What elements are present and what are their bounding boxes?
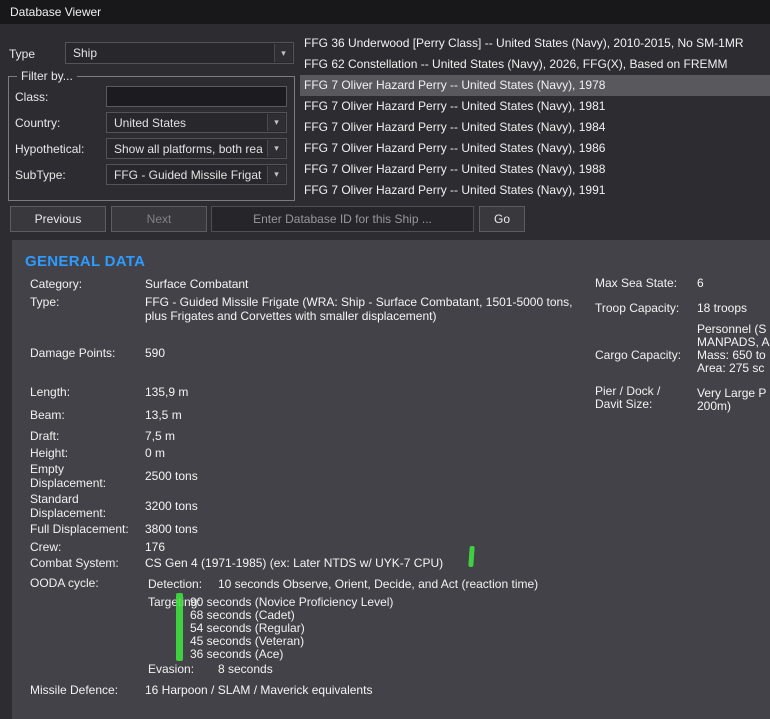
field-label: Empty Displacement: bbox=[30, 462, 107, 490]
field-value: Very Large P 200m) bbox=[697, 386, 767, 413]
country-dropdown-value: United States bbox=[114, 115, 187, 130]
title-bar: Database Viewer bbox=[0, 0, 770, 24]
filter-group-title: Filter by... bbox=[17, 69, 77, 83]
next-button[interactable]: Next bbox=[111, 206, 207, 232]
ooda-targeting-level: 36 seconds (Ace) bbox=[190, 647, 284, 661]
field-label: Height: bbox=[30, 446, 69, 460]
subtype-dropdown[interactable]: FFG - Guided Missile Frigat ▾ bbox=[106, 164, 287, 185]
field-value: 3800 tons bbox=[145, 522, 198, 536]
field-label: Full Displacement: bbox=[30, 522, 129, 536]
country-dropdown[interactable]: United States ▾ bbox=[106, 112, 287, 133]
ooda-detection-label: Detection: bbox=[148, 577, 203, 591]
field-label: Troop Capacity: bbox=[595, 301, 680, 315]
filter-group: Filter by... Class: Country: United Stat… bbox=[8, 69, 295, 201]
field-value: 0 m bbox=[145, 446, 166, 460]
type-label: Type bbox=[9, 47, 36, 61]
general-data-heading: GENERAL DATA bbox=[25, 253, 146, 270]
ship-list-item[interactable]: FFG 7 Oliver Hazard Perry -- United Stat… bbox=[300, 180, 770, 201]
field-value: 6 bbox=[697, 276, 704, 290]
ship-list-item[interactable]: FFG 7 Oliver Hazard Perry -- United Stat… bbox=[300, 159, 770, 180]
field-value: 135,9 m bbox=[145, 385, 189, 399]
field-value: 3200 tons bbox=[145, 499, 198, 513]
ooda-targeting-level: 68 seconds (Cadet) bbox=[190, 608, 295, 622]
field-value: 7,5 m bbox=[145, 429, 176, 443]
field-value: 176 bbox=[145, 540, 166, 554]
field-value: CS Gen 4 (1971-1985) (ex: Later NTDS w/ … bbox=[145, 556, 444, 570]
field-value: 13,5 m bbox=[145, 408, 182, 422]
window-title: Database Viewer bbox=[10, 5, 102, 19]
country-label: Country: bbox=[15, 116, 61, 130]
ship-list-item[interactable]: FFG 7 Oliver Hazard Perry -- United Stat… bbox=[300, 96, 770, 117]
field-label: Length: bbox=[30, 385, 71, 399]
general-data-panel: GENERAL DATA Category: Surface Combatant… bbox=[12, 240, 770, 719]
database-id-input[interactable] bbox=[211, 206, 474, 232]
ooda-evasion-value: 8 seconds bbox=[218, 662, 273, 676]
type-dropdown[interactable]: Ship ▾ bbox=[65, 42, 294, 64]
field-label: Damage Points: bbox=[30, 346, 116, 360]
field-label: Crew: bbox=[30, 540, 62, 554]
subtype-dropdown-value: FFG - Guided Missile Frigat bbox=[114, 167, 262, 182]
ship-list-item[interactable]: FFG 7 Oliver Hazard Perry -- United Stat… bbox=[300, 138, 770, 159]
field-label: Missile Defence: bbox=[30, 683, 119, 697]
field-label: Cargo Capacity: bbox=[595, 348, 682, 362]
field-value: Surface Combatant bbox=[145, 277, 249, 291]
ship-list: FFG 36 Underwood [Perry Class] -- United… bbox=[300, 33, 770, 201]
ooda-targeting-value: 90 seconds (Novice Proficiency Level) bbox=[190, 595, 394, 609]
field-label: OODA cycle: bbox=[30, 576, 99, 590]
class-label: Class: bbox=[15, 90, 49, 104]
field-value: 2500 tons bbox=[145, 469, 198, 483]
field-label: Beam: bbox=[30, 408, 65, 422]
field-value: 590 bbox=[145, 346, 166, 360]
highlight-mark bbox=[176, 593, 183, 661]
ship-list-item[interactable]: FFG 7 Oliver Hazard Perry -- United Stat… bbox=[300, 117, 770, 138]
field-label: Draft: bbox=[30, 429, 60, 443]
ooda-targeting-level: 45 seconds (Veteran) bbox=[190, 634, 305, 648]
field-label: Type: bbox=[30, 295, 60, 309]
chevron-down-icon: ▾ bbox=[274, 44, 292, 62]
field-label: Category: bbox=[30, 277, 83, 291]
chevron-down-icon: ▾ bbox=[267, 140, 285, 157]
ooda-detection-value: 10 seconds Observe, Orient, Decide, and … bbox=[218, 577, 539, 591]
field-label: Combat System: bbox=[30, 556, 119, 570]
ship-list-item[interactable]: FFG 36 Underwood [Perry Class] -- United… bbox=[300, 33, 770, 54]
highlight-mark bbox=[468, 545, 475, 568]
field-label: Max Sea State: bbox=[595, 276, 678, 290]
field-value: FFG - Guided Missile Frigate (WRA: Ship … bbox=[145, 295, 573, 323]
hypothetical-dropdown[interactable]: Show all platforms, both rea ▾ bbox=[106, 138, 287, 159]
chevron-down-icon: ▾ bbox=[267, 166, 285, 183]
ship-list-item[interactable]: FFG 7 Oliver Hazard Perry -- United Stat… bbox=[300, 75, 770, 96]
field-value: 18 troops bbox=[697, 301, 748, 315]
hypothetical-label: Hypothetical: bbox=[15, 142, 85, 156]
type-dropdown-value: Ship bbox=[73, 46, 98, 60]
chevron-down-icon: ▾ bbox=[267, 114, 285, 131]
field-value: 16 Harpoon / SLAM / Maverick equivalents bbox=[145, 683, 373, 697]
hypothetical-dropdown-value: Show all platforms, both rea bbox=[114, 141, 263, 156]
previous-button[interactable]: Previous bbox=[10, 206, 106, 232]
field-value: Personnel (S MANPADS, A Mass: 650 to Are… bbox=[697, 322, 770, 375]
ship-list-item[interactable]: FFG 62 Constellation -- United States (N… bbox=[300, 54, 770, 75]
field-label: Standard Displacement: bbox=[30, 492, 107, 520]
class-input[interactable] bbox=[106, 86, 287, 107]
ooda-targeting-level: 54 seconds (Regular) bbox=[190, 621, 305, 635]
go-button[interactable]: Go bbox=[479, 206, 525, 232]
subtype-label: SubType: bbox=[15, 168, 66, 182]
ooda-evasion-label: Evasion: bbox=[148, 662, 195, 676]
field-label: Pier / Dock / Davit Size: bbox=[595, 384, 661, 411]
